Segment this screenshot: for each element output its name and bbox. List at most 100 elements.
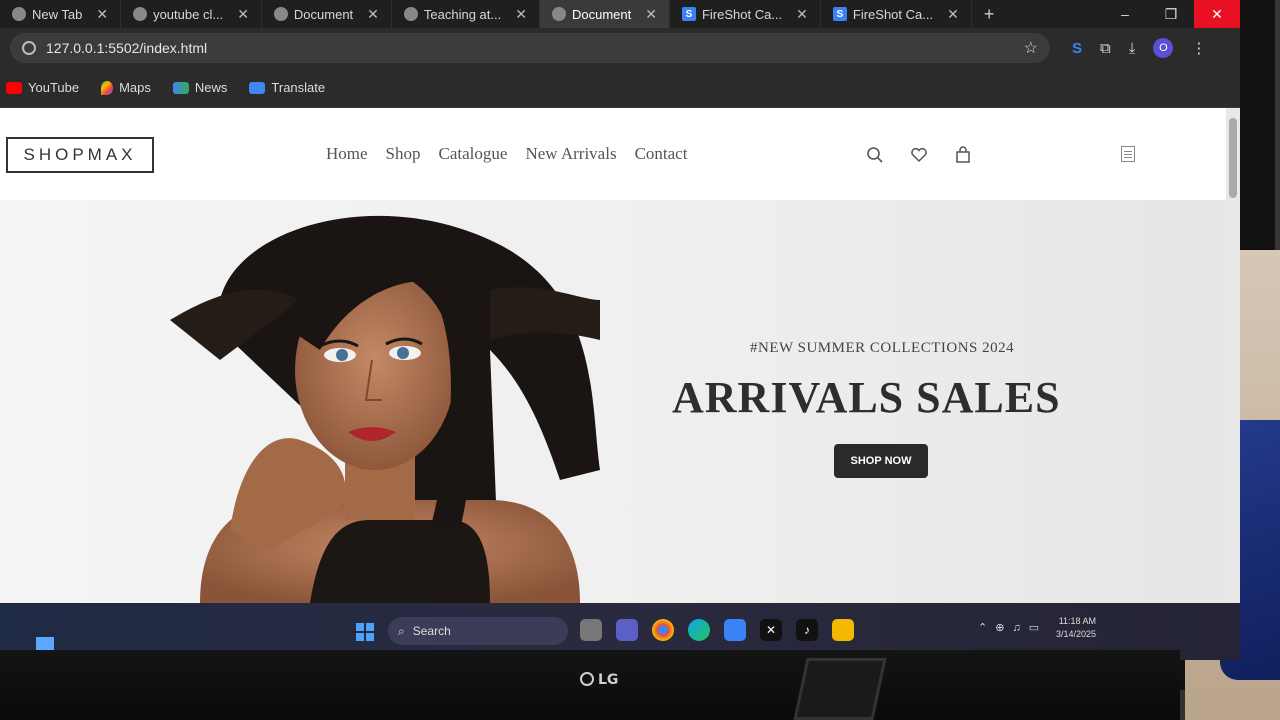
hero-tagline: #NEW SUMMER COLLECTIONS 2024 xyxy=(750,340,1015,356)
scrollbar-thumb[interactable] xyxy=(1229,118,1237,198)
nav-icons xyxy=(866,146,972,169)
bookmark-maps[interactable]: Maps xyxy=(101,80,151,95)
site-nav: Home Shop Catalogue New Arrivals Contact xyxy=(326,144,687,164)
fireshot-icon: S xyxy=(681,7,696,21)
new-tab-button[interactable]: + xyxy=(972,0,1007,28)
site-navbar: SHOPMAX Home Shop Catalogue New Arrivals… xyxy=(0,108,1226,200)
profile-avatar[interactable]: O xyxy=(1153,38,1174,58)
hero-title: ARRIVALS SALES xyxy=(672,373,1061,422)
nav-link-new-arrivals[interactable]: New Arrivals xyxy=(525,144,616,164)
extension-icons: S ⧉ ⤓ O ⋮ xyxy=(1072,38,1206,58)
nav-link-catalogue[interactable]: Catalogue xyxy=(439,144,508,164)
taskbar-apps: ✕ ♪ xyxy=(580,619,854,641)
chevron-up-icon[interactable]: ⌃ xyxy=(978,621,987,634)
monitor-brand: LG xyxy=(598,672,619,688)
hero-banner: #NEW SUMMER COLLECTIONS 2024 ARRIVALS SA… xyxy=(0,200,1226,603)
youtube-icon xyxy=(6,81,22,94)
close-tab-icon[interactable]: ✕ xyxy=(796,6,808,23)
web-page: SHOPMAX Home Shop Catalogue New Arrivals… xyxy=(0,108,1226,603)
close-tab-icon[interactable]: ✕ xyxy=(947,6,959,23)
shopping-bag-icon[interactable] xyxy=(954,146,972,169)
hamburger-menu-icon[interactable] xyxy=(1121,146,1135,162)
laptop-corner xyxy=(793,658,887,720)
globe-icon xyxy=(551,7,566,21)
restore-icon[interactable]: ❐ xyxy=(1148,0,1194,28)
site-logo[interactable]: SHOPMAX xyxy=(6,137,154,173)
page-scrollbar[interactable] xyxy=(1226,108,1240,603)
translate-icon xyxy=(249,81,266,94)
bookmark-label: Maps xyxy=(119,80,151,95)
bookmark-youtube[interactable]: YouTube xyxy=(6,80,79,95)
browser-tab[interactable]: S FireShot Ca... ✕ xyxy=(670,0,821,28)
close-tab-icon[interactable]: ✕ xyxy=(237,6,249,23)
x-app-icon[interactable]: ✕ xyxy=(760,619,782,641)
site-info-icon[interactable] xyxy=(22,41,36,55)
bookmark-news[interactable]: News xyxy=(172,80,228,95)
tab-label: FireShot Ca... xyxy=(852,6,934,22)
edge-icon[interactable] xyxy=(688,619,710,641)
widgets-icon[interactable] xyxy=(36,637,54,651)
bookmark-star-icon[interactable]: ☆ xyxy=(1024,38,1038,58)
browser-tab-bar: New Tab ✕ youtube cl... ✕ Document ✕ Tea… xyxy=(0,0,1240,28)
browser-tab-active[interactable]: Document ✕ xyxy=(539,0,670,28)
more-menu-icon[interactable]: ⋮ xyxy=(1191,39,1206,57)
browser-tab[interactable]: New Tab ✕ xyxy=(0,0,122,28)
bookmark-label: YouTube xyxy=(28,80,80,95)
clock-date: 3/14/2025 xyxy=(1056,629,1097,639)
download-icon[interactable]: ⤓ xyxy=(1129,40,1136,57)
fireshot-extension-icon[interactable]: S xyxy=(1072,40,1082,57)
bookmark-translate[interactable]: Translate xyxy=(249,80,325,95)
teams-icon[interactable] xyxy=(616,619,638,641)
monitor-brand-logo: LG xyxy=(580,672,618,688)
close-tab-icon[interactable]: ✕ xyxy=(96,6,108,23)
windows-start-icon[interactable] xyxy=(356,623,374,641)
tab-label: Document xyxy=(293,6,354,22)
browser-toolbar: 127.0.0.1:5502/index.html ☆ S ⧉ ⤓ O ⋮ xyxy=(0,28,1240,68)
volume-icon[interactable]: ♫ xyxy=(1012,622,1020,634)
browser-tab[interactable]: S FireShot Ca... ✕ xyxy=(821,0,972,28)
nav-link-home[interactable]: Home xyxy=(326,144,368,164)
url-text[interactable]: 127.0.0.1:5502/index.html xyxy=(46,40,207,56)
taskbar-clock[interactable]: 11:18 AM 3/14/2025 xyxy=(1056,615,1096,641)
extensions-puzzle-icon[interactable]: ⧉ xyxy=(1100,40,1111,57)
bookmark-label: News xyxy=(194,80,228,95)
lg-ring-icon xyxy=(580,672,594,686)
tiktok-icon[interactable]: ♪ xyxy=(796,619,818,641)
tab-label: Teaching at... xyxy=(423,6,502,22)
chrome-icon[interactable] xyxy=(652,619,674,641)
tab-label: New Tab xyxy=(32,6,83,22)
task-view-icon[interactable] xyxy=(580,619,602,641)
tab-label: FireShot Ca... xyxy=(701,6,783,22)
store-icon[interactable] xyxy=(724,619,746,641)
monitor-screen: New Tab ✕ youtube cl... ✕ Document ✕ Tea… xyxy=(0,0,1240,660)
nav-link-shop[interactable]: Shop xyxy=(386,144,421,164)
bookmark-label: Translate xyxy=(271,80,326,95)
news-icon xyxy=(172,81,189,94)
hero-model-image xyxy=(170,215,600,603)
address-bar[interactable]: 127.0.0.1:5502/index.html ☆ xyxy=(10,33,1050,63)
tab-label: Document xyxy=(571,6,632,22)
close-tab-icon[interactable]: ✕ xyxy=(515,6,527,23)
minimize-icon[interactable]: – xyxy=(1102,0,1148,28)
search-icon: ⌕ xyxy=(398,623,405,638)
language-icon[interactable]: ⊕ xyxy=(995,621,1004,634)
browser-tab[interactable]: youtube cl... ✕ xyxy=(121,0,262,28)
browser-tab[interactable]: Document ✕ xyxy=(262,0,392,28)
close-tab-icon[interactable]: ✕ xyxy=(645,6,657,23)
close-tab-icon[interactable]: ✕ xyxy=(367,6,379,23)
search-placeholder: Search xyxy=(412,624,451,638)
nav-link-contact[interactable]: Contact xyxy=(635,144,688,164)
globe-icon xyxy=(403,7,418,21)
close-window-icon[interactable]: ✕ xyxy=(1194,0,1240,28)
battery-icon[interactable]: ▭ xyxy=(1029,621,1039,634)
fireshot-icon: S xyxy=(832,7,847,21)
shop-now-button[interactable]: SHOP NOW xyxy=(834,444,928,478)
tab-label: youtube cl... xyxy=(153,6,224,22)
maps-icon xyxy=(101,80,114,95)
heart-icon[interactable] xyxy=(910,146,928,169)
search-icon[interactable] xyxy=(866,146,884,169)
file-explorer-icon[interactable] xyxy=(832,619,854,641)
browser-tab[interactable]: Teaching at... ✕ xyxy=(392,0,540,28)
taskbar-search[interactable]: ⌕ Search xyxy=(388,617,568,645)
globe-icon xyxy=(12,7,26,21)
